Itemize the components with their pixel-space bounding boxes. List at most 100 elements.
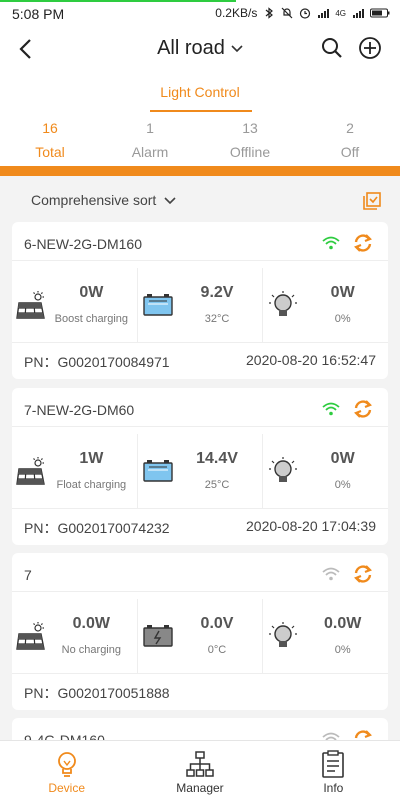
- nav-device[interactable]: Device: [0, 741, 133, 800]
- divider: [12, 342, 388, 343]
- device-card[interactable]: 7-NEW-2G-DM60 1W Float charging 14.4V 25…: [12, 388, 388, 545]
- divider: [12, 426, 388, 427]
- accent-divider: [0, 166, 400, 176]
- batch-select-icon[interactable]: [362, 191, 382, 211]
- wifi-offline-icon: [322, 567, 340, 581]
- alarm-icon: [300, 8, 311, 19]
- battery-icon: [142, 460, 173, 482]
- clipboard-icon: [322, 750, 345, 778]
- nav-info-label: Info: [323, 781, 344, 795]
- solar-power: 0W: [79, 284, 104, 301]
- status-icons: 0.2KB/s 4G: [215, 6, 390, 20]
- charge-state: Boost charging: [54, 313, 129, 325]
- divider: [12, 260, 388, 261]
- search-icon[interactable]: [320, 36, 344, 60]
- charge-state: No charging: [61, 644, 121, 656]
- device-pn: PN：G0020170074232: [24, 520, 170, 536]
- nav-manager[interactable]: Manager: [133, 741, 266, 800]
- lamp-level: 0%: [334, 479, 351, 491]
- wifi-online-icon: [322, 236, 340, 250]
- device-timestamp: 2020-08-20 16:52:47: [246, 352, 376, 368]
- count-total-label: Total: [35, 144, 65, 160]
- battery-icon: [370, 8, 390, 18]
- count-total[interactable]: 16 Total: [0, 120, 100, 164]
- count-alarm[interactable]: 1 Alarm: [100, 120, 200, 164]
- wifi-online-icon: [322, 402, 340, 416]
- chevron-down-icon: [164, 197, 176, 205]
- device-name: 7: [24, 567, 32, 583]
- count-offline-number: 13: [242, 120, 258, 136]
- signal-icon-2: [353, 9, 364, 18]
- device-name: 6-NEW-2G-DM160: [24, 236, 142, 252]
- count-off-number: 2: [346, 120, 354, 136]
- device-metrics: 1W Float charging 14.4V 25°C 0W 0%: [12, 434, 388, 508]
- battery-temperature: 32°C: [204, 313, 230, 325]
- lamp-power: 0W: [330, 284, 355, 301]
- battery-metric: 14.4V 25°C: [138, 434, 264, 508]
- sort-label: Comprehensive sort: [31, 192, 157, 208]
- lamp-metric: 0W 0%: [263, 434, 388, 508]
- device-pn: PN：G0020170051888: [24, 685, 170, 701]
- bluetooth-icon: [265, 7, 274, 19]
- battery-offline-icon: [142, 625, 173, 647]
- app-header: All road: [0, 28, 400, 70]
- filter-panel: Light Control 16 Total 1 Alarm 13 Offlin…: [0, 70, 400, 166]
- battery-metric: 9.2V 32°C: [138, 268, 264, 342]
- tab-light-control[interactable]: Light Control: [0, 84, 400, 100]
- status-counts: 16 Total 1 Alarm 13 Offline 2 Off: [0, 120, 400, 164]
- mute-icon: [281, 7, 293, 19]
- nav-info[interactable]: Info: [267, 741, 400, 800]
- count-alarm-number: 1: [146, 120, 154, 136]
- count-offline[interactable]: 13 Offline: [200, 120, 300, 164]
- count-off[interactable]: 2 Off: [300, 120, 400, 164]
- device-name: 7-NEW-2G-DM60: [24, 402, 135, 418]
- lamp-power: 0.0W: [324, 615, 362, 632]
- battery-temperature: 25°C: [204, 479, 230, 491]
- status-bar: 5:08 PM 0.2KB/s 4G: [0, 0, 400, 28]
- device-timestamp: 2020-08-20 17:04:39: [246, 518, 376, 534]
- divider: [12, 673, 388, 674]
- light-bulb-icon: [269, 457, 298, 482]
- network-speed: 0.2KB/s: [215, 6, 258, 20]
- lamp-metric: 0.0W 0%: [263, 599, 388, 673]
- solar-panel-icon: [16, 622, 45, 650]
- solar-power: 0.0W: [72, 615, 110, 632]
- count-total-number: 16: [42, 120, 58, 136]
- sort-dropdown[interactable]: Comprehensive sort: [31, 192, 176, 208]
- battery-voltage: 0.0V: [200, 615, 234, 632]
- device-metrics: 0W Boost charging 9.2V 32°C 0W 0%: [12, 268, 388, 342]
- lamp-level: 0%: [334, 313, 351, 325]
- chevron-down-icon: [231, 45, 243, 52]
- solar-metric: 0W Boost charging: [12, 268, 138, 342]
- refresh-icon[interactable]: [352, 563, 374, 585]
- device-card[interactable]: 7 0.0W No charging 0.0V 0°C 0.0W 0% PN：G…: [12, 553, 388, 710]
- light-bulb-icon: [269, 291, 298, 316]
- battery-voltage: 9.2V: [200, 284, 234, 301]
- refresh-icon[interactable]: [352, 398, 374, 420]
- device-metrics: 0.0W No charging 0.0V 0°C 0.0W 0%: [12, 599, 388, 673]
- device-card[interactable]: 6-NEW-2G-DM160 0W Boost charging 9.2V 32…: [12, 222, 388, 379]
- network-type: 4G: [335, 8, 346, 18]
- count-offline-label: Offline: [229, 144, 271, 160]
- sitemap-icon: [186, 751, 214, 777]
- add-icon[interactable]: [358, 36, 382, 60]
- loading-progress: [0, 0, 236, 2]
- count-alarm-label: Alarm: [131, 144, 169, 160]
- battery-icon: [142, 294, 173, 316]
- solar-metric: 0.0W No charging: [12, 599, 138, 673]
- sort-bar: Comprehensive sort: [0, 184, 400, 218]
- solar-panel-icon: [16, 291, 45, 319]
- nav-device-label: Device: [48, 781, 85, 795]
- device-pn: PN：G0020170084971: [24, 354, 170, 370]
- lamp-power: 0W: [330, 450, 355, 467]
- count-off-label: Off: [340, 144, 360, 160]
- lamp-metric: 0W 0%: [263, 268, 388, 342]
- page-title: All road: [157, 37, 225, 59]
- solar-metric: 1W Float charging: [12, 434, 138, 508]
- refresh-icon[interactable]: [352, 232, 374, 254]
- light-bulb-icon: [269, 622, 298, 647]
- charge-state: Float charging: [56, 479, 127, 491]
- divider: [12, 508, 388, 509]
- light-bulb-icon: [57, 752, 76, 777]
- status-time: 5:08 PM: [12, 6, 65, 22]
